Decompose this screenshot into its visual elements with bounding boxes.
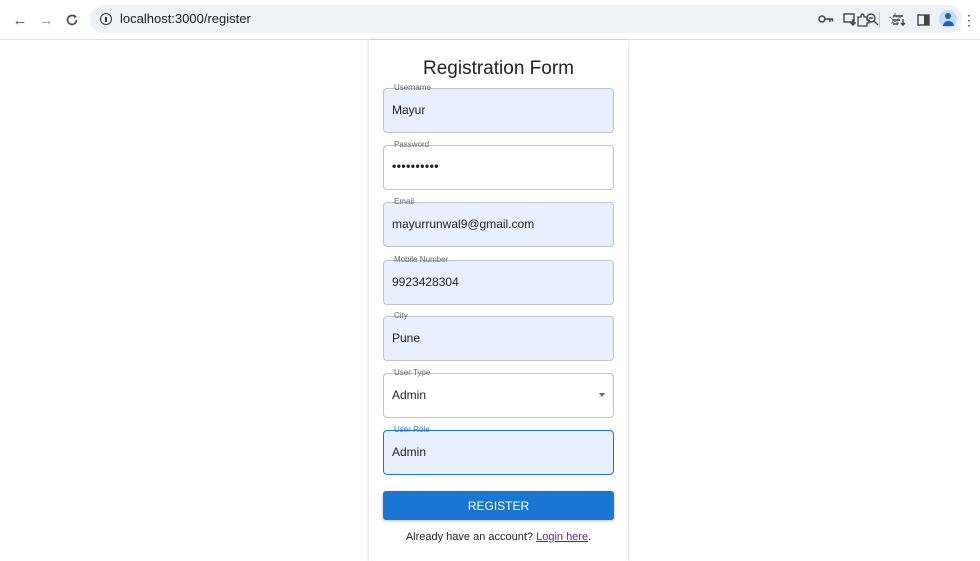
dropdown-arrow-icon[interactable] [599, 393, 605, 397]
city-value[interactable]: Pune [392, 331, 420, 345]
city-label: City [391, 311, 411, 321]
profile-avatar[interactable] [939, 10, 957, 28]
username-field[interactable]: Username Mayur [383, 83, 614, 133]
password-value[interactable]: •••••••••• [392, 159, 439, 173]
user-type-value[interactable]: Admin [392, 388, 426, 402]
url-text[interactable]: localhost:3000/register [120, 11, 251, 26]
key-icon[interactable] [816, 9, 836, 29]
username-value[interactable]: Mayur [392, 103, 425, 117]
user-role-label: User Role [391, 425, 433, 435]
login-link[interactable]: Login here [536, 531, 588, 543]
registration-card: Registration Form Username Mayur Passwor… [369, 40, 628, 561]
reading-list-icon[interactable] [888, 9, 910, 31]
site-info-icon[interactable] [96, 9, 116, 29]
user-type-select[interactable]: User Type Admin [383, 368, 614, 418]
reload-icon[interactable] [60, 8, 84, 32]
email-value[interactable]: mayurrunwal9@gmail.com [392, 217, 534, 231]
form-title: Registration Form [423, 58, 574, 79]
user-role-field[interactable]: User Role Admin [383, 425, 614, 475]
register-button[interactable]: REGISTER [383, 491, 614, 520]
login-prompt-end: . [588, 531, 592, 543]
toolbar-divider [879, 12, 880, 28]
user-role-value[interactable]: Admin [392, 445, 426, 459]
back-icon[interactable]: ← [8, 8, 32, 32]
password-label: Password [391, 140, 433, 150]
extensions-icon[interactable] [852, 9, 874, 31]
password-field[interactable]: Password •••••••••• [383, 140, 614, 190]
login-prompt-text: Already have an account? [405, 531, 537, 543]
login-prompt: Already have an account? Login here. [369, 531, 628, 543]
mobile-number-label: Mobile Number [391, 255, 452, 265]
forward-icon[interactable]: → [34, 8, 58, 32]
mobile-number-field[interactable]: Mobile Number 9923428304 [383, 255, 614, 305]
email-label: Email [391, 197, 418, 207]
address-bar[interactable]: localhost:3000/register ☆ [90, 5, 962, 33]
menu-icon[interactable]: ⋮ [962, 9, 976, 31]
user-type-label: User Type [391, 368, 434, 378]
city-field[interactable]: City Pune [383, 311, 614, 361]
username-label: Username [391, 83, 434, 93]
email-field[interactable]: Email mayurrunwal9@gmail.com [383, 197, 614, 247]
mobile-number-value[interactable]: 9923428304 [392, 275, 459, 289]
side-panel-icon[interactable] [912, 9, 934, 31]
browser-toolbar: ← → localhost:3000/register ☆ ⋮ [0, 0, 980, 40]
